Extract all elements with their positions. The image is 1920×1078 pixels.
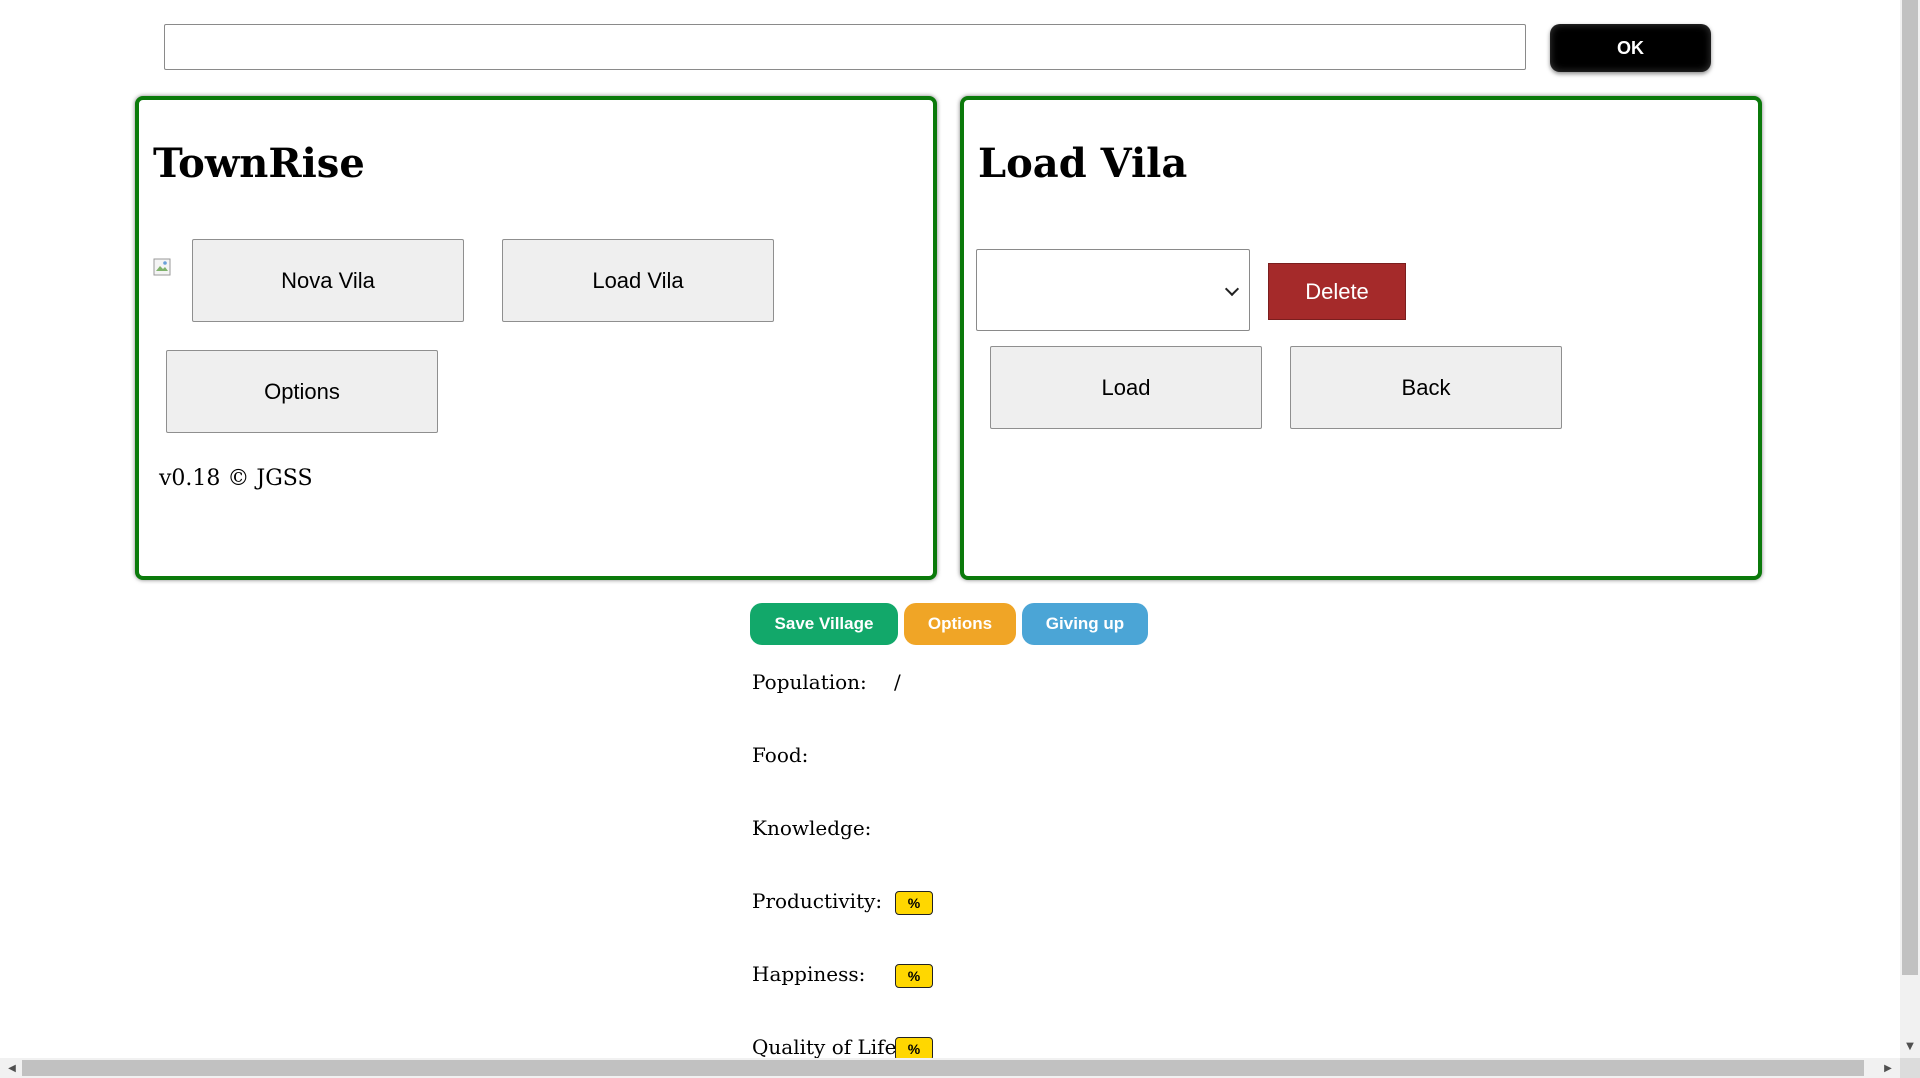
main-menu-panel: TownRise Nova Vila Load Vila Options v0.…: [135, 96, 937, 580]
population-separator: /: [894, 670, 901, 694]
load-panel-title: Load Vila: [978, 140, 1188, 187]
happiness-label: Happiness:: [752, 962, 866, 986]
food-label: Food:: [752, 743, 809, 767]
population-label: Population:: [752, 670, 867, 694]
load-button[interactable]: Load: [990, 346, 1262, 429]
game-title: TownRise: [153, 140, 365, 187]
version-text: v0.18 © JGSS: [159, 466, 313, 491]
scroll-left-arrow-icon[interactable]: ◀: [2, 1058, 22, 1078]
giving-up-button[interactable]: Giving up: [1022, 603, 1148, 645]
scrollbar-corner: [1900, 1058, 1920, 1078]
back-button[interactable]: Back: [1290, 346, 1562, 429]
load-vila-button[interactable]: Load Vila: [502, 239, 774, 322]
scroll-down-arrow-icon[interactable]: ▼: [1900, 1036, 1920, 1056]
village-select[interactable]: [976, 249, 1250, 331]
scroll-right-arrow-icon[interactable]: ▶: [1878, 1058, 1898, 1078]
game-options-button[interactable]: Options: [904, 603, 1016, 645]
knowledge-label: Knowledge:: [752, 816, 872, 840]
productivity-label: Productivity:: [752, 889, 883, 913]
delete-button[interactable]: Delete: [1268, 263, 1406, 320]
ok-button[interactable]: OK: [1550, 24, 1711, 72]
options-button[interactable]: Options: [166, 350, 438, 433]
quality-of-life-label: Quality of Life:: [752, 1035, 904, 1059]
command-input[interactable]: [164, 24, 1526, 70]
chevron-down-icon: [1224, 281, 1240, 297]
load-vila-panel: Load Vila Delete Load Back: [960, 96, 1762, 580]
productivity-badge: %: [895, 891, 933, 915]
vertical-scrollbar-thumb[interactable]: [1902, 0, 1918, 975]
nova-vila-button[interactable]: Nova Vila: [192, 239, 464, 322]
broken-image-icon: [153, 258, 171, 276]
horizontal-scrollbar-thumb[interactable]: [22, 1060, 1864, 1076]
save-village-button[interactable]: Save Village: [750, 603, 898, 645]
happiness-badge: %: [895, 964, 933, 988]
